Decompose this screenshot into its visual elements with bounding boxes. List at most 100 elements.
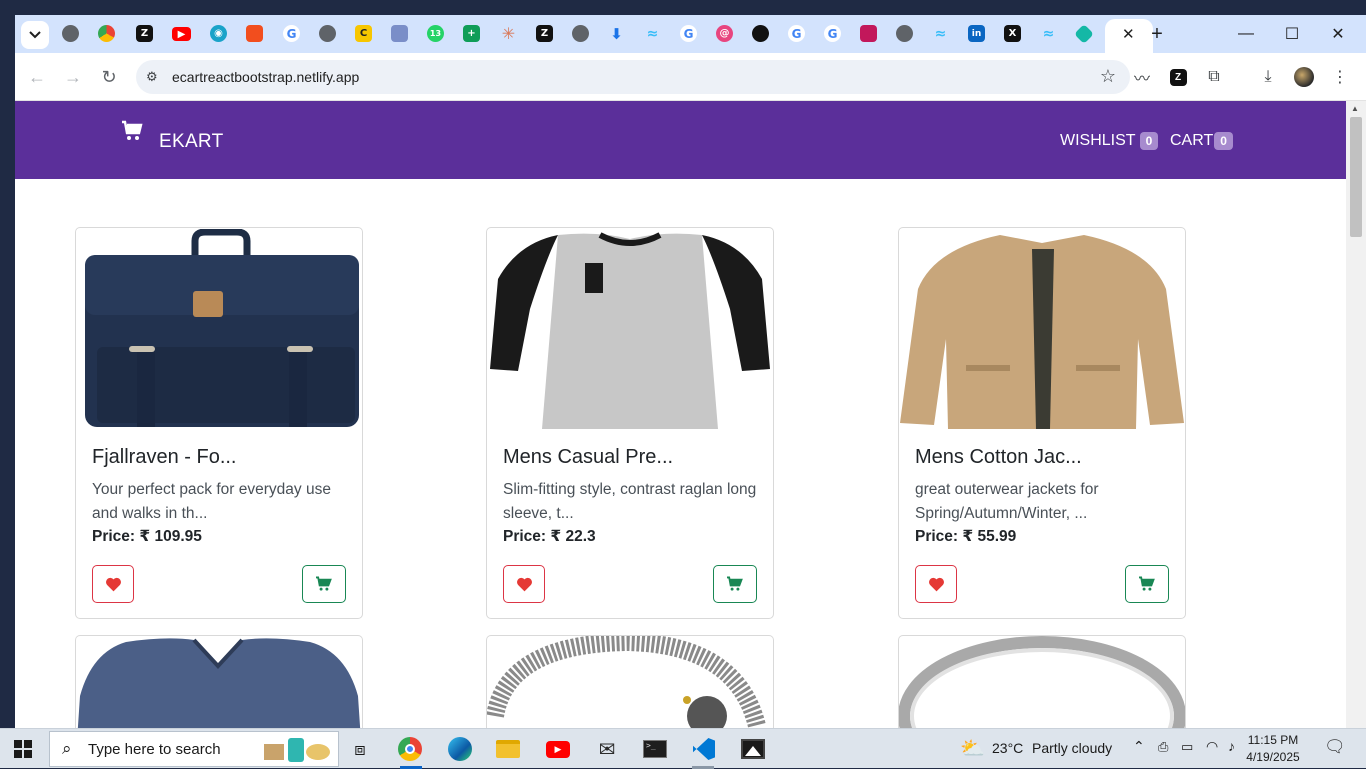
tab-google-icon[interactable]: G [283,25,300,42]
profile-avatar[interactable] [1292,65,1316,89]
tab-download-icon[interactable]: ⬇ [608,25,625,43]
close-window-button[interactable]: ✕ [1318,23,1358,45]
tab-x-icon[interactable]: X [1004,25,1021,42]
weather-temperature[interactable]: 23°C [992,740,1023,756]
taskbar-youtube-icon[interactable]: ▶ [544,735,572,763]
heart-icon [928,577,944,591]
extensions-icon[interactable]: ⧉ [1202,65,1226,89]
new-tab-button[interactable]: + [1137,23,1177,45]
taskbar-vscode-icon[interactable] [690,735,718,763]
url-text[interactable]: ecartreactbootstrap.netlify.app [172,69,359,85]
product-card [898,635,1186,728]
product-title[interactable]: Mens Cotton Jac... [915,446,1082,469]
tab-search-app-icon[interactable]: ◉ [210,25,227,42]
tab-chrome-icon[interactable] [319,25,336,42]
bookmark-star-icon[interactable]: ☆ [1100,66,1116,87]
task-view-icon[interactable]: ⧈ [346,735,374,763]
close-tab-icon[interactable]: ✕ [1122,25,1135,43]
taskbar-chrome-icon[interactable] [396,735,424,763]
tab-chrome-color-icon[interactable] [98,25,115,42]
taskbar-edge-icon[interactable] [446,735,474,763]
tab-zed-icon[interactable]: Z [536,25,553,42]
tab-google-icon[interactable]: G [824,25,841,42]
product-card: Mens Cotton Jac... great outerwear jacke… [898,227,1186,619]
wifi-icon[interactable]: ◠ [1206,738,1218,755]
weather-icon[interactable]: ⛅ [960,736,985,761]
menu-icon[interactable]: ⋮ [1328,65,1352,89]
start-button[interactable] [14,740,32,763]
weather-description[interactable]: Partly cloudy [1032,740,1112,756]
scroll-up-icon[interactable]: ▲ [1351,104,1359,113]
product-description: Your perfect pack for everyday use and w… [92,481,331,522]
tab-chrome-icon[interactable] [572,25,589,42]
add-to-wishlist-button[interactable] [503,565,545,603]
address-bar[interactable]: ⚙ ecartreactbootstrap.netlify.app ☆ [136,60,1130,94]
tab-chrome-icon[interactable] [896,25,913,42]
add-to-wishlist-button[interactable] [915,565,957,603]
system-clock[interactable]: 11:15 PM 4/19/2025 [1242,732,1304,766]
tab-linkedin-icon[interactable]: in [968,25,985,42]
back-button[interactable]: ← [25,65,49,89]
add-to-cart-button[interactable] [302,565,346,603]
tab-layers-icon[interactable] [391,25,408,42]
notification-center-icon[interactable]: 🗨 [1324,737,1346,757]
site-info-icon[interactable]: ⚙ [146,69,158,85]
tab-youtube-icon[interactable]: ▶ [172,27,191,41]
zed-extension-icon[interactable]: Z [1166,65,1190,89]
tab-tailwind-icon[interactable]: ≈ [1040,25,1057,42]
tab-google-icon[interactable]: G [788,25,805,42]
page-scrollbar[interactable]: ▲ [1346,101,1366,728]
heart-icon [516,577,532,591]
product-title[interactable]: Fjallraven - Fo... [92,446,236,469]
tab-google-icon[interactable]: G [680,25,697,42]
product-image-jacket[interactable] [900,229,1184,429]
performance-icon[interactable]: 〰 [1130,65,1154,89]
add-to-wishlist-button[interactable] [92,565,134,603]
show-hidden-icons-chevron-icon[interactable]: ⌃ [1133,738,1145,755]
taskbar-file-explorer-icon[interactable] [494,735,522,763]
tab-github-icon[interactable] [752,25,769,42]
tab-tailwind-icon[interactable]: ≈ [644,25,661,42]
taskbar-terminal-icon[interactable]: >_ [641,735,669,763]
tab-calendar-icon[interactable] [860,25,877,42]
product-title[interactable]: Mens Casual Pre... [503,446,673,469]
product-image-ring[interactable] [899,636,1185,728]
cart-icon [316,576,332,591]
product-card: Fjallraven - Fo... Your perfect pack for… [75,227,363,619]
product-image-vneck-shirt[interactable] [76,636,362,728]
tab-search-button[interactable] [21,21,49,49]
tab-zed-icon[interactable]: Z [136,25,153,42]
tab-c-app-icon[interactable]: C [355,25,372,42]
minimize-button[interactable]: — [1226,23,1266,45]
scrollbar-thumb[interactable] [1350,117,1362,237]
web-page: EKART WISHLIST 0 CART 0 Fjallraven - Fo.… [15,101,1346,728]
downloads-icon[interactable]: ⤓ [1256,65,1280,89]
taskbar-photos-icon[interactable] [739,735,767,763]
product-image-tshirt[interactable] [488,229,772,429]
tab-sheets-icon[interactable]: + [463,25,480,42]
tab-figma-icon[interactable] [246,25,263,42]
tab-swirl-icon[interactable]: @ [716,25,733,42]
taskbar-search-box[interactable]: ⌕ Type here to search [49,731,339,767]
cart-link[interactable]: CART 0 [1170,132,1233,150]
tab-diamond-icon[interactable] [1074,24,1094,44]
battery-icon[interactable]: ▭ [1181,739,1193,755]
meet-now-icon[interactable]: ⎙ [1158,739,1168,755]
taskbar-mail-icon[interactable]: ✉ [593,735,621,763]
tab-whatsapp-icon[interactable]: 13 [427,25,444,42]
add-to-cart-button[interactable] [713,565,757,603]
brand-link[interactable]: EKART [121,119,224,153]
product-image-bracelet[interactable] [487,636,773,728]
volume-icon[interactable]: ♪ [1228,738,1235,754]
product-image-backpack[interactable] [77,229,361,429]
tab-chrome-icon[interactable] [62,25,79,42]
tab-tailwind-icon[interactable]: ≈ [932,25,949,42]
maximize-button[interactable]: ☐ [1272,23,1312,45]
cart-logo-icon [122,120,143,140]
wishlist-link[interactable]: WISHLIST 0 [1060,132,1159,150]
browser-window: Z ▶ ◉ G C 13 + ✳ Z ⬇ ≈ G @ G G ≈ in X ≈ … [15,15,1366,728]
add-to-cart-button[interactable] [1125,565,1169,603]
tab-claude-icon[interactable]: ✳ [500,24,517,43]
forward-button[interactable]: → [61,65,85,89]
reload-button[interactable]: ↻ [97,65,121,89]
